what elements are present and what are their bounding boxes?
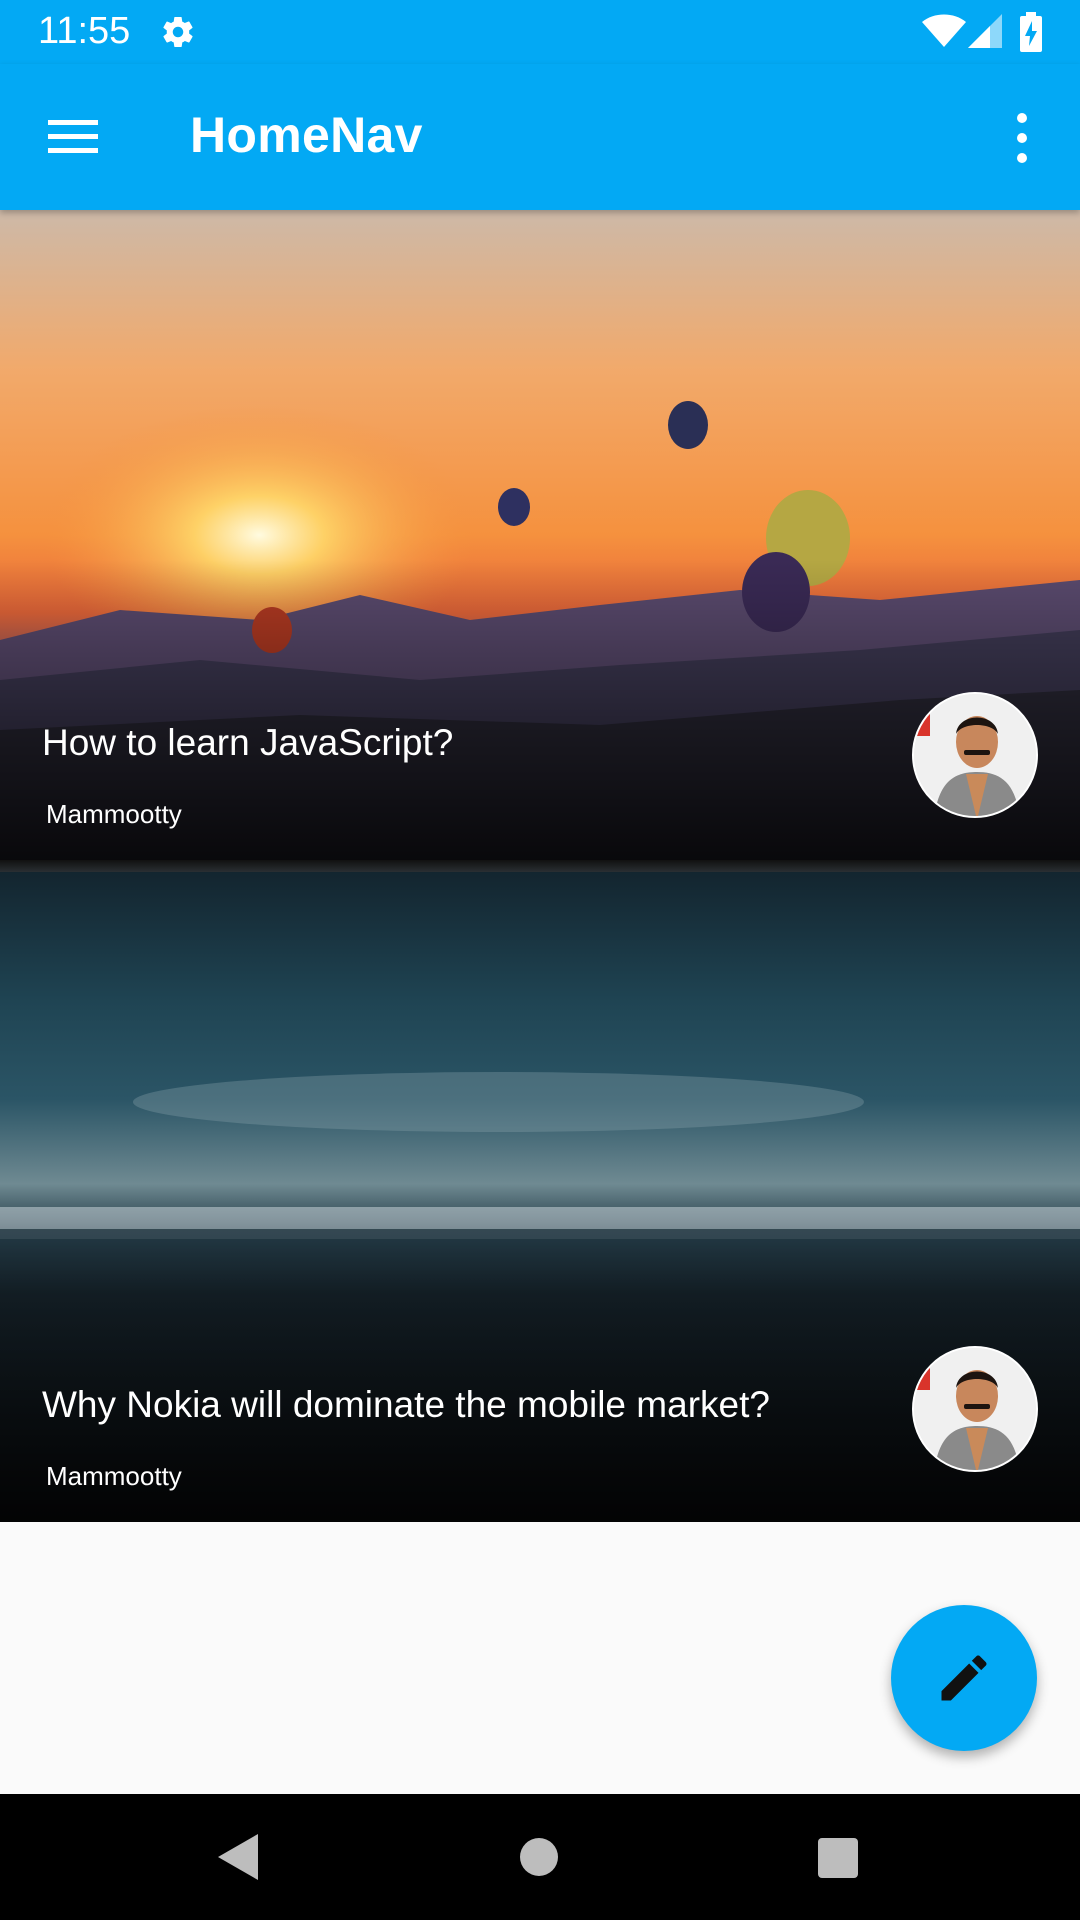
post-card[interactable]: How to learn JavaScript? Mammootty bbox=[0, 210, 1080, 860]
battery-charging-icon bbox=[1020, 12, 1042, 52]
author-avatar[interactable] bbox=[912, 1346, 1038, 1472]
signal-icon bbox=[968, 14, 1002, 48]
card-author: Mammootty bbox=[46, 799, 182, 829]
status-bar: 11:55 bbox=[0, 0, 1080, 64]
compose-fab[interactable] bbox=[891, 1605, 1037, 1751]
back-icon[interactable] bbox=[214, 1832, 260, 1882]
home-icon[interactable] bbox=[520, 1838, 558, 1876]
card-title[interactable]: Why Nokia will dominate the mobile marke… bbox=[42, 1384, 770, 1426]
card-author: Mammootty bbox=[46, 1461, 182, 1491]
post-card[interactable]: Why Nokia will dominate the mobile marke… bbox=[0, 872, 1080, 1522]
system-nav-bar bbox=[0, 1794, 1080, 1920]
app-bar: HomeNav bbox=[0, 64, 1080, 210]
card-title[interactable]: How to learn JavaScript? bbox=[42, 722, 453, 764]
wifi-icon bbox=[922, 14, 966, 47]
gear-icon bbox=[163, 17, 193, 48]
card-divider bbox=[0, 860, 1080, 872]
edit-pencil-icon bbox=[941, 1655, 987, 1701]
more-vert-icon[interactable] bbox=[1000, 108, 1044, 168]
hamburger-menu-icon[interactable] bbox=[40, 108, 106, 164]
status-time: 11:55 bbox=[38, 10, 131, 52]
author-avatar[interactable] bbox=[912, 692, 1038, 818]
app-title: HomeNav bbox=[190, 107, 423, 163]
recents-icon[interactable] bbox=[818, 1838, 858, 1878]
